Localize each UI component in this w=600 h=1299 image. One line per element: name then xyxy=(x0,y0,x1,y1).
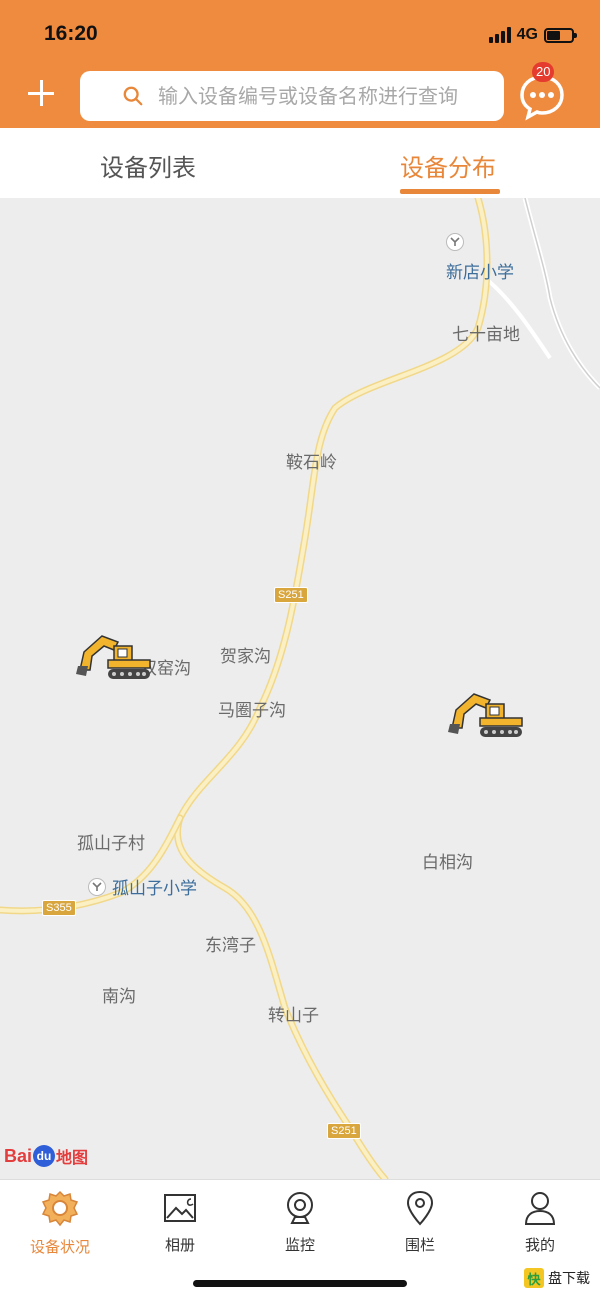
place-label: 东湾子 xyxy=(205,936,256,956)
status-indicators: 4G xyxy=(488,24,577,46)
tabbar-item-device-status[interactable]: 设备状况 xyxy=(0,1190,120,1257)
battery-icon xyxy=(544,27,577,43)
place-label: 孤山子村 xyxy=(77,834,145,854)
app-header: 16:20 4G 20 xyxy=(0,0,600,128)
poi-label: 孤山子小学 xyxy=(112,879,197,899)
location-pin-icon xyxy=(406,1190,434,1226)
tab-device-list[interactable]: 设备列表 xyxy=(100,148,196,183)
tabbar-item-album[interactable]: 相册 xyxy=(120,1190,240,1255)
road-shield: S251 xyxy=(327,1123,361,1139)
camera-icon xyxy=(287,1192,313,1224)
road-shield: S355 xyxy=(42,900,76,916)
place-label: 白相沟 xyxy=(422,853,473,873)
tabbar-item-monitor[interactable]: 监控 xyxy=(240,1190,360,1255)
search-icon xyxy=(123,86,143,106)
tabbar-item-mine[interactable]: 我的 xyxy=(480,1190,600,1255)
status-time: 16:20 xyxy=(44,22,98,45)
user-icon xyxy=(524,1192,556,1225)
segment-tabs: 设备列表 设备分布 xyxy=(0,128,600,198)
poi-school[interactable]: 孤山子小学 xyxy=(88,874,197,899)
excavator-icon[interactable] xyxy=(446,688,524,740)
tabbar-item-fence[interactable]: 围栏 xyxy=(360,1190,480,1255)
message-badge: 20 xyxy=(532,62,555,82)
place-label: 南沟 xyxy=(102,987,136,1007)
poi-label[interactable]: 新店小学 xyxy=(446,258,514,283)
poi-school[interactable] xyxy=(446,233,464,251)
place-label: 马圈子沟 xyxy=(218,701,286,721)
school-icon xyxy=(446,233,464,251)
home-indicator xyxy=(193,1280,407,1287)
search-bar[interactable] xyxy=(80,71,504,121)
place-label: 贺家沟 xyxy=(220,647,271,667)
place-label: 鞍石岭 xyxy=(286,453,337,473)
place-label: 七十亩地 xyxy=(452,325,520,345)
excavator-icon[interactable] xyxy=(74,630,152,682)
network-type: 4G xyxy=(516,26,538,43)
album-icon xyxy=(164,1194,196,1222)
school-icon xyxy=(88,877,106,896)
place-label: 转山子 xyxy=(268,1006,319,1026)
road-shield: S251 xyxy=(274,587,308,603)
add-button[interactable] xyxy=(26,78,58,110)
signal-icon xyxy=(488,27,511,43)
search-input[interactable] xyxy=(158,84,498,108)
tab-device-distribution[interactable]: 设备分布 xyxy=(400,148,496,183)
active-tab-indicator xyxy=(400,189,500,194)
map-view[interactable]: 新店小学 七十亩地 鞍石岭 S251 双窑沟 贺家沟 马圈子沟 孤山子村 白相沟… xyxy=(0,198,600,1179)
baidu-map-logo: Bai du 地图 xyxy=(4,1145,89,1167)
gear-icon xyxy=(41,1190,79,1227)
watermark: 快 盘下载 xyxy=(524,1268,590,1288)
